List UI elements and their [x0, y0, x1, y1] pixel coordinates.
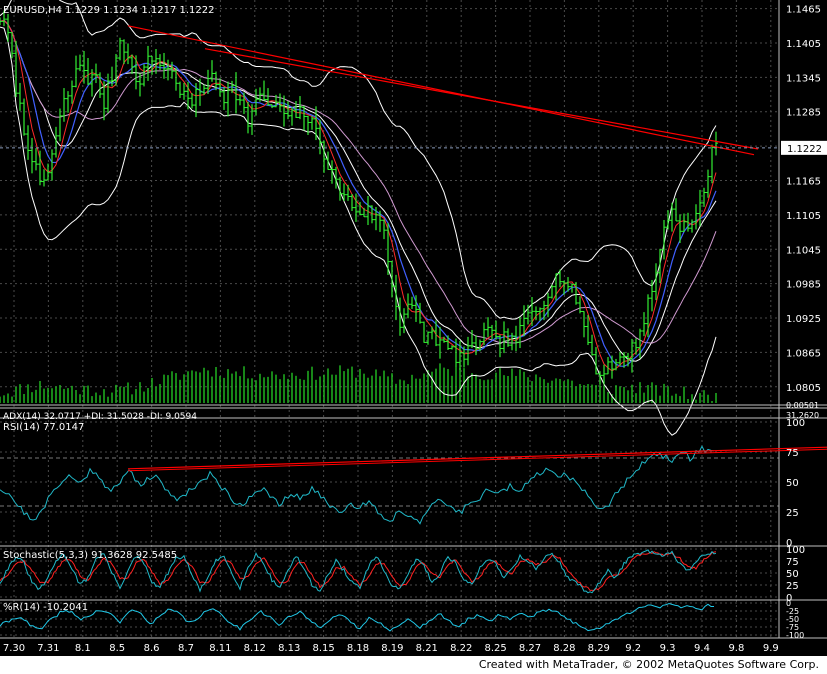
x-tick-label: 8.22	[450, 643, 472, 654]
price-tick-label: 1.0865	[786, 348, 821, 359]
stochastic-label: Stochastic(5,3,3) 91.3628 92.5485	[3, 550, 177, 561]
last-price-label: 1.1222	[787, 144, 822, 155]
x-tick-label: 7.31	[37, 643, 59, 654]
price-tick-label: 1.0925	[786, 314, 821, 325]
price-tick-label: 1.1345	[786, 73, 821, 84]
rsi-tick-label: 75	[786, 448, 799, 459]
adx-label: ADX(14) 32.0717 +DI: 31.5028 -DI: 9.0594	[3, 412, 197, 422]
stoch-tick-label: 75	[786, 557, 799, 568]
rsi-tick-label: 100	[786, 418, 805, 429]
stoch-tick-label: 25	[786, 581, 799, 592]
x-tick-label: 9.2	[625, 643, 641, 654]
x-tick-label: 8.19	[381, 643, 403, 654]
x-tick-label: 8.18	[347, 643, 369, 654]
x-tick-label: 9.3	[660, 643, 676, 654]
x-tick-label: 8.7	[178, 643, 194, 654]
rsi-tick-label: 50	[786, 478, 799, 489]
stoch-tick-label: 100	[786, 545, 805, 556]
adx-scale-low: 0.00501	[786, 401, 819, 410]
price-tick-label: 1.0985	[786, 280, 821, 291]
x-tick-label: 8.6	[144, 643, 160, 654]
footer-credit: Created with MetaTrader, © 2002 MetaQuot…	[478, 658, 819, 671]
x-tick-label: 8.13	[278, 643, 300, 654]
price-tick-label: 1.1465	[786, 5, 821, 16]
symbol-title: EURUSD,H4	[3, 5, 62, 16]
price-tick-label: 1.1405	[786, 39, 821, 50]
x-tick-label: 8.11	[209, 643, 231, 654]
x-tick-label: 9.8	[728, 643, 744, 654]
x-tick-label: 8.5	[109, 643, 125, 654]
x-tick-label: 8.25	[484, 643, 506, 654]
price-tick-label: 1.1045	[786, 245, 821, 256]
x-tick-label: 8.29	[588, 643, 610, 654]
stoch-tick-label: 50	[786, 569, 799, 580]
x-tick-label: 8.1	[75, 643, 91, 654]
x-tick-label: 8.15	[312, 643, 334, 654]
x-tick-label: 8.28	[553, 643, 575, 654]
williams-label: %R(14) -10.2041	[3, 602, 88, 613]
x-tick-label: 8.12	[244, 643, 266, 654]
wpr-tick-label: -100	[786, 631, 804, 640]
price-tick-label: 1.1105	[786, 211, 821, 222]
chart-canvas: 7.30 7.31 8.1 8.5 8.6 8.7 8.11 8.12 8.13 8.15 8.18…	[0, 0, 827, 656]
quote-values: 1.1229 1.1234 1.1217 1.1222	[65, 5, 215, 16]
x-tick-label: 9.4	[694, 643, 710, 654]
x-tick-label: 7.30	[3, 643, 25, 654]
footer: Created with MetaTrader, © 2002 MetaQuot…	[0, 656, 827, 674]
rsi-label: RSI(14) 77.0147	[3, 422, 84, 433]
x-tick-label: 8.21	[416, 643, 438, 654]
price-tick-label: 1.1165	[786, 177, 821, 188]
metatrader-chart: 7.30 7.31 8.1 8.5 8.6 8.7 8.11 8.12 8.13 8.15 8.18…	[0, 0, 827, 656]
x-tick-label: 9.9	[763, 643, 779, 654]
price-tick-label: 1.1285	[786, 108, 821, 119]
rsi-tick-label: 25	[786, 508, 799, 519]
x-tick-label: 8.27	[519, 643, 541, 654]
price-tick-label: 1.0805	[786, 383, 821, 394]
